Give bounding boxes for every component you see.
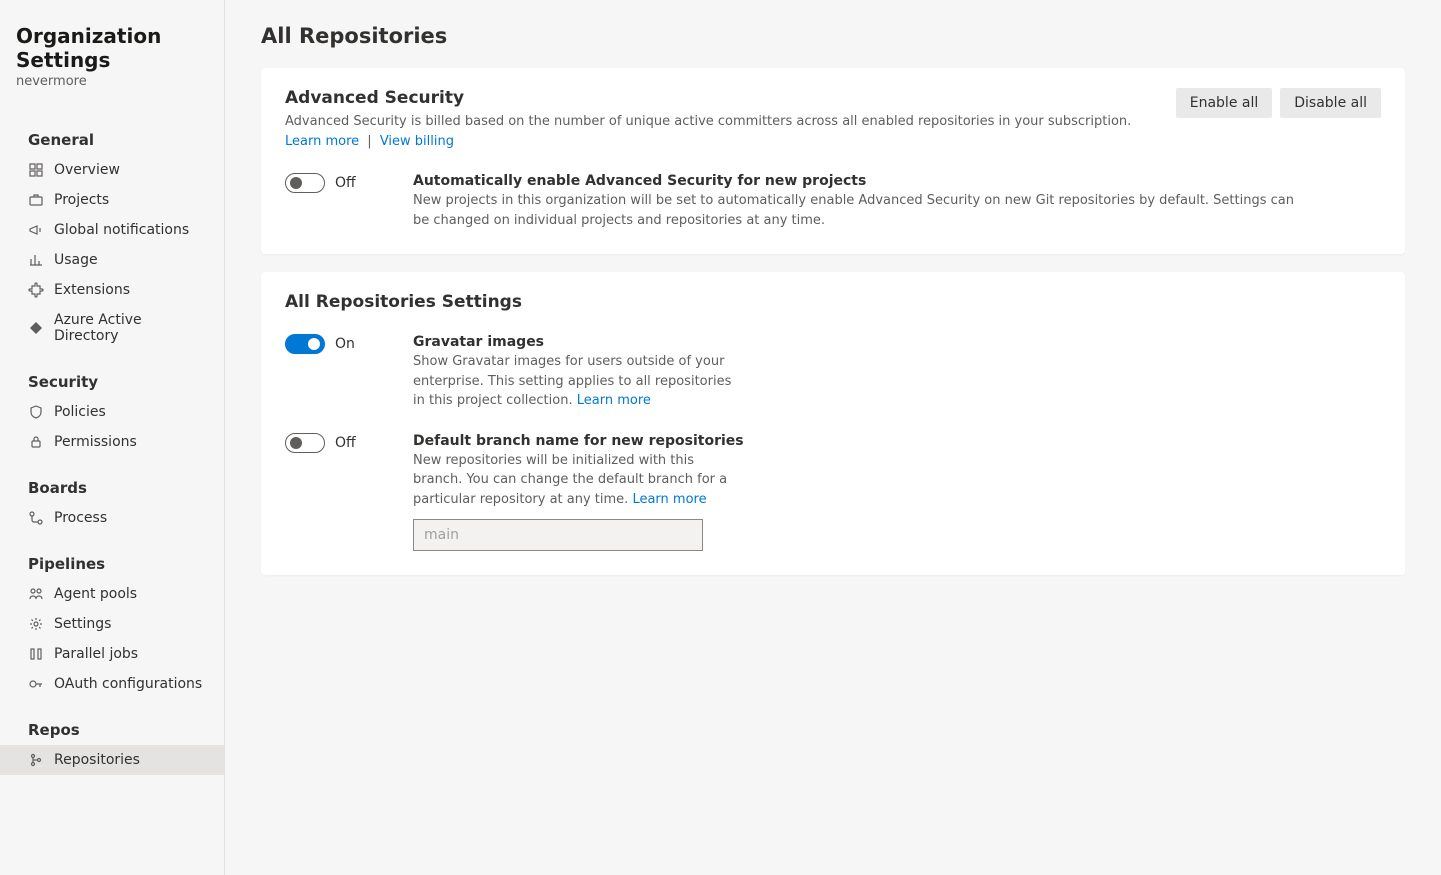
sidebar-section-boards: Boards Process: [0, 473, 224, 533]
sidebar-item-label: Repositories: [54, 752, 140, 768]
repo-icon: [28, 752, 44, 768]
default-branch-title: Default branch name for new repositories: [413, 433, 1381, 449]
enable-all-button[interactable]: Enable all: [1176, 88, 1273, 118]
toggle-state-label: On: [335, 336, 355, 352]
sidebar-item-repositories[interactable]: Repositories: [0, 745, 224, 775]
grid-icon: [28, 162, 44, 178]
section-label-security: Security: [0, 367, 224, 397]
gravatar-toggle[interactable]: [285, 334, 325, 354]
page-title: All Repositories: [261, 24, 1405, 48]
sidebar-item-label: Projects: [54, 192, 109, 208]
default-branch-body: Default branch name for new repositories…: [413, 433, 1381, 552]
sidebar-item-label: Policies: [54, 404, 106, 420]
sidebar-item-label: Permissions: [54, 434, 137, 450]
card-header: Advanced Security Advanced Security is b…: [285, 88, 1381, 151]
toggle-state-label: Off: [335, 175, 356, 191]
sidebar: Organization Settings nevermore General …: [0, 0, 225, 875]
sidebar-item-oauth[interactable]: OAuth configurations: [0, 669, 224, 699]
sidebar-item-label: OAuth configurations: [54, 676, 202, 692]
auto-enable-title: Automatically enable Advanced Security f…: [413, 173, 1381, 189]
section-label-pipelines: Pipelines: [0, 549, 224, 579]
diamond-icon: [28, 320, 44, 336]
sidebar-section-repos: Repos Repositories: [0, 715, 224, 775]
sidebar-item-label: Agent pools: [54, 586, 137, 602]
default-branch-toggle[interactable]: [285, 433, 325, 453]
default-branch-desc: New repositories will be initialized wit…: [413, 451, 733, 510]
section-label-repos: Repos: [0, 715, 224, 745]
sidebar-section-security: Security Policies Permissions: [0, 367, 224, 457]
disable-all-button[interactable]: Disable all: [1280, 88, 1381, 118]
section-label-general: General: [0, 125, 224, 155]
card-header-text: Advanced Security Advanced Security is b…: [285, 88, 1131, 151]
auto-enable-desc: New projects in this organization will b…: [413, 191, 1313, 230]
default-branch-toggle-wrap: Off: [285, 433, 395, 453]
sidebar-item-azure-ad[interactable]: Azure Active Directory: [0, 305, 224, 351]
puzzle-icon: [28, 282, 44, 298]
advanced-security-card: Advanced Security Advanced Security is b…: [261, 68, 1405, 254]
gravatar-desc: Show Gravatar images for users outside o…: [413, 352, 733, 411]
default-branch-row: Off Default branch name for new reposito…: [285, 433, 1381, 552]
auto-enable-row: Off Automatically enable Advanced Securi…: [285, 173, 1381, 230]
main-content: All Repositories Advanced Security Advan…: [225, 0, 1441, 875]
learn-more-link[interactable]: Learn more: [285, 134, 359, 149]
flow-icon: [28, 510, 44, 526]
briefcase-icon: [28, 192, 44, 208]
gravatar-row: On Gravatar images Show Gravatar images …: [285, 334, 1381, 411]
gear-icon: [28, 616, 44, 632]
sidebar-item-label: Settings: [54, 616, 111, 632]
gravatar-title: Gravatar images: [413, 334, 1381, 350]
sidebar-section-general: General Overview Projects Global notific…: [0, 125, 224, 351]
megaphone-icon: [28, 222, 44, 238]
sidebar-title: Organization Settings: [16, 24, 208, 72]
sidebar-item-label: Extensions: [54, 282, 130, 298]
sidebar-item-agent-pools[interactable]: Agent pools: [0, 579, 224, 609]
sidebar-item-parallel-jobs[interactable]: Parallel jobs: [0, 639, 224, 669]
sidebar-item-projects[interactable]: Projects: [0, 185, 224, 215]
all-repos-settings-card: All Repositories Settings On Gravatar im…: [261, 272, 1405, 575]
default-branch-learn-more-link[interactable]: Learn more: [632, 492, 706, 507]
sidebar-item-global-notifications[interactable]: Global notifications: [0, 215, 224, 245]
sidebar-header: Organization Settings nevermore: [0, 24, 224, 109]
gravatar-body: Gravatar images Show Gravatar images for…: [413, 334, 1381, 411]
auto-enable-body: Automatically enable Advanced Security f…: [413, 173, 1381, 230]
sidebar-item-label: Overview: [54, 162, 120, 178]
parallel-icon: [28, 646, 44, 662]
gravatar-learn-more-link[interactable]: Learn more: [577, 393, 651, 408]
sidebar-item-label: Usage: [54, 252, 98, 268]
sidebar-section-pipelines: Pipelines Agent pools Settings Parallel …: [0, 549, 224, 699]
sidebar-item-process[interactable]: Process: [0, 503, 224, 533]
sidebar-item-label: Azure Active Directory: [54, 312, 208, 344]
advanced-security-title: Advanced Security: [285, 88, 1131, 108]
auto-enable-toggle[interactable]: [285, 173, 325, 193]
lock-icon: [28, 434, 44, 450]
default-branch-input[interactable]: [413, 519, 703, 551]
view-billing-link[interactable]: View billing: [380, 134, 454, 149]
sidebar-item-overview[interactable]: Overview: [0, 155, 224, 185]
sidebar-item-label: Parallel jobs: [54, 646, 138, 662]
card-actions: Enable all Disable all: [1176, 88, 1381, 118]
advanced-security-desc: Advanced Security is billed based on the…: [285, 112, 1131, 151]
sidebar-item-label: Global notifications: [54, 222, 189, 238]
auto-enable-toggle-wrap: Off: [285, 173, 395, 193]
sidebar-item-permissions[interactable]: Permissions: [0, 427, 224, 457]
sidebar-item-settings[interactable]: Settings: [0, 609, 224, 639]
key-icon: [28, 676, 44, 692]
sidebar-subtitle: nevermore: [16, 74, 208, 89]
sidebar-item-usage[interactable]: Usage: [0, 245, 224, 275]
sidebar-item-label: Process: [54, 510, 107, 526]
toggle-state-label: Off: [335, 435, 356, 451]
chart-icon: [28, 252, 44, 268]
section-label-boards: Boards: [0, 473, 224, 503]
separator: |: [367, 134, 371, 149]
all-repos-title: All Repositories Settings: [285, 292, 1381, 312]
shield-icon: [28, 404, 44, 420]
sidebar-item-extensions[interactable]: Extensions: [0, 275, 224, 305]
gravatar-toggle-wrap: On: [285, 334, 395, 354]
sidebar-item-policies[interactable]: Policies: [0, 397, 224, 427]
agents-icon: [28, 586, 44, 602]
